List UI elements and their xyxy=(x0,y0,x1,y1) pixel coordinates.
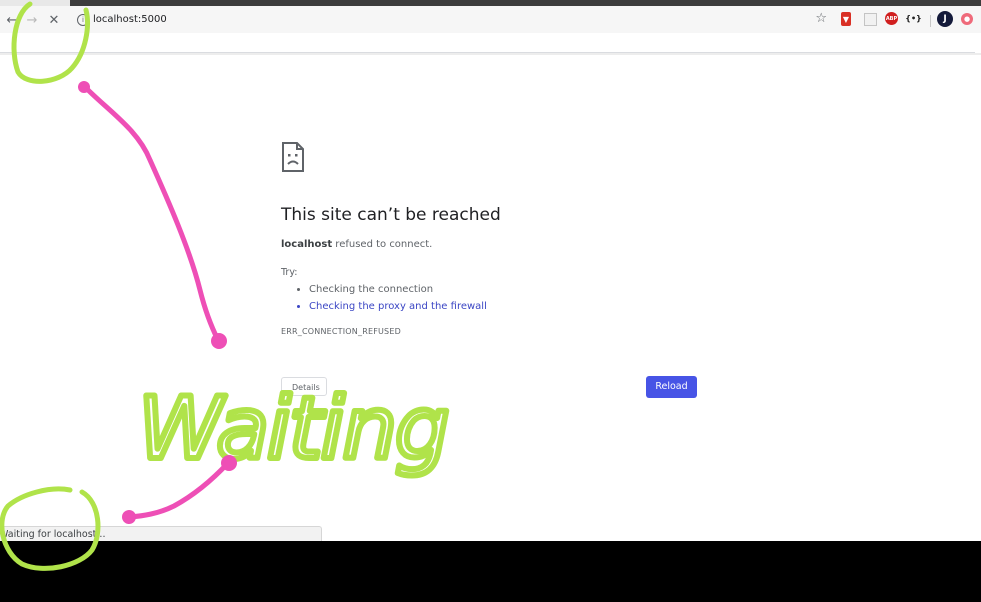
annotation-dot-top-start xyxy=(78,81,90,93)
try-label: Try: xyxy=(281,267,298,278)
suggestion-item: Checking the connection xyxy=(309,282,487,299)
annotation-arrow-top xyxy=(83,85,221,343)
annotation-dot-top-end xyxy=(211,333,227,349)
info-icon[interactable]: i xyxy=(77,13,89,26)
page-title: This site can’t be reached xyxy=(281,205,501,225)
error-code: ERR_CONNECTION_REFUSED xyxy=(281,327,401,336)
suggestion-link[interactable]: Checking the proxy and the firewall xyxy=(309,299,487,316)
error-page: This site can’t be reached localhost ref… xyxy=(281,142,701,336)
close-icon[interactable]: ✕ xyxy=(44,10,64,30)
bookmarks-bar xyxy=(0,33,975,53)
profile-avatar[interactable]: J xyxy=(937,11,953,27)
reload-button[interactable]: Reload xyxy=(646,376,697,398)
details-button[interactable]: Details xyxy=(281,377,327,396)
star-icon[interactable]: ☆ xyxy=(815,11,827,26)
toolbar-divider xyxy=(930,15,931,27)
extension-pin-icon[interactable]: ▼ xyxy=(841,12,851,26)
url-text[interactable]: localhost:5000 xyxy=(93,14,167,25)
adblock-icon[interactable]: ABP xyxy=(885,12,898,25)
extension-square-icon[interactable] xyxy=(864,13,877,26)
annotation-layer: Waiting xyxy=(0,1,453,571)
toolbar-separator xyxy=(0,53,981,55)
arrow-right-icon[interactable]: → xyxy=(22,10,42,30)
sad-page-icon xyxy=(282,142,304,172)
error-message: refused to connect. xyxy=(332,239,433,250)
error-host: localhost xyxy=(281,239,333,250)
json-viewer-icon[interactable]: {•} xyxy=(905,11,922,26)
status-bubble: Waiting for localhost... xyxy=(0,526,322,542)
extension-record-icon[interactable]: ● xyxy=(961,13,973,25)
annotation-dot-bottom-start xyxy=(221,455,237,471)
annotation-arrow-bottom xyxy=(127,460,231,520)
arrow-left-icon[interactable]: ← xyxy=(2,10,22,30)
address-bar[interactable]: i localhost:5000 ☆ xyxy=(70,8,835,31)
annotation-dot-bottom-end xyxy=(122,510,136,524)
black-panel xyxy=(0,541,981,602)
error-description: localhost refused to connect. xyxy=(281,239,432,250)
browser-toolbar: ← → ✕ i localhost:5000 ☆ ▼ ABP {•} J ● xyxy=(0,6,981,33)
suggestion-list: Checking the connection Checking the pro… xyxy=(281,282,487,315)
